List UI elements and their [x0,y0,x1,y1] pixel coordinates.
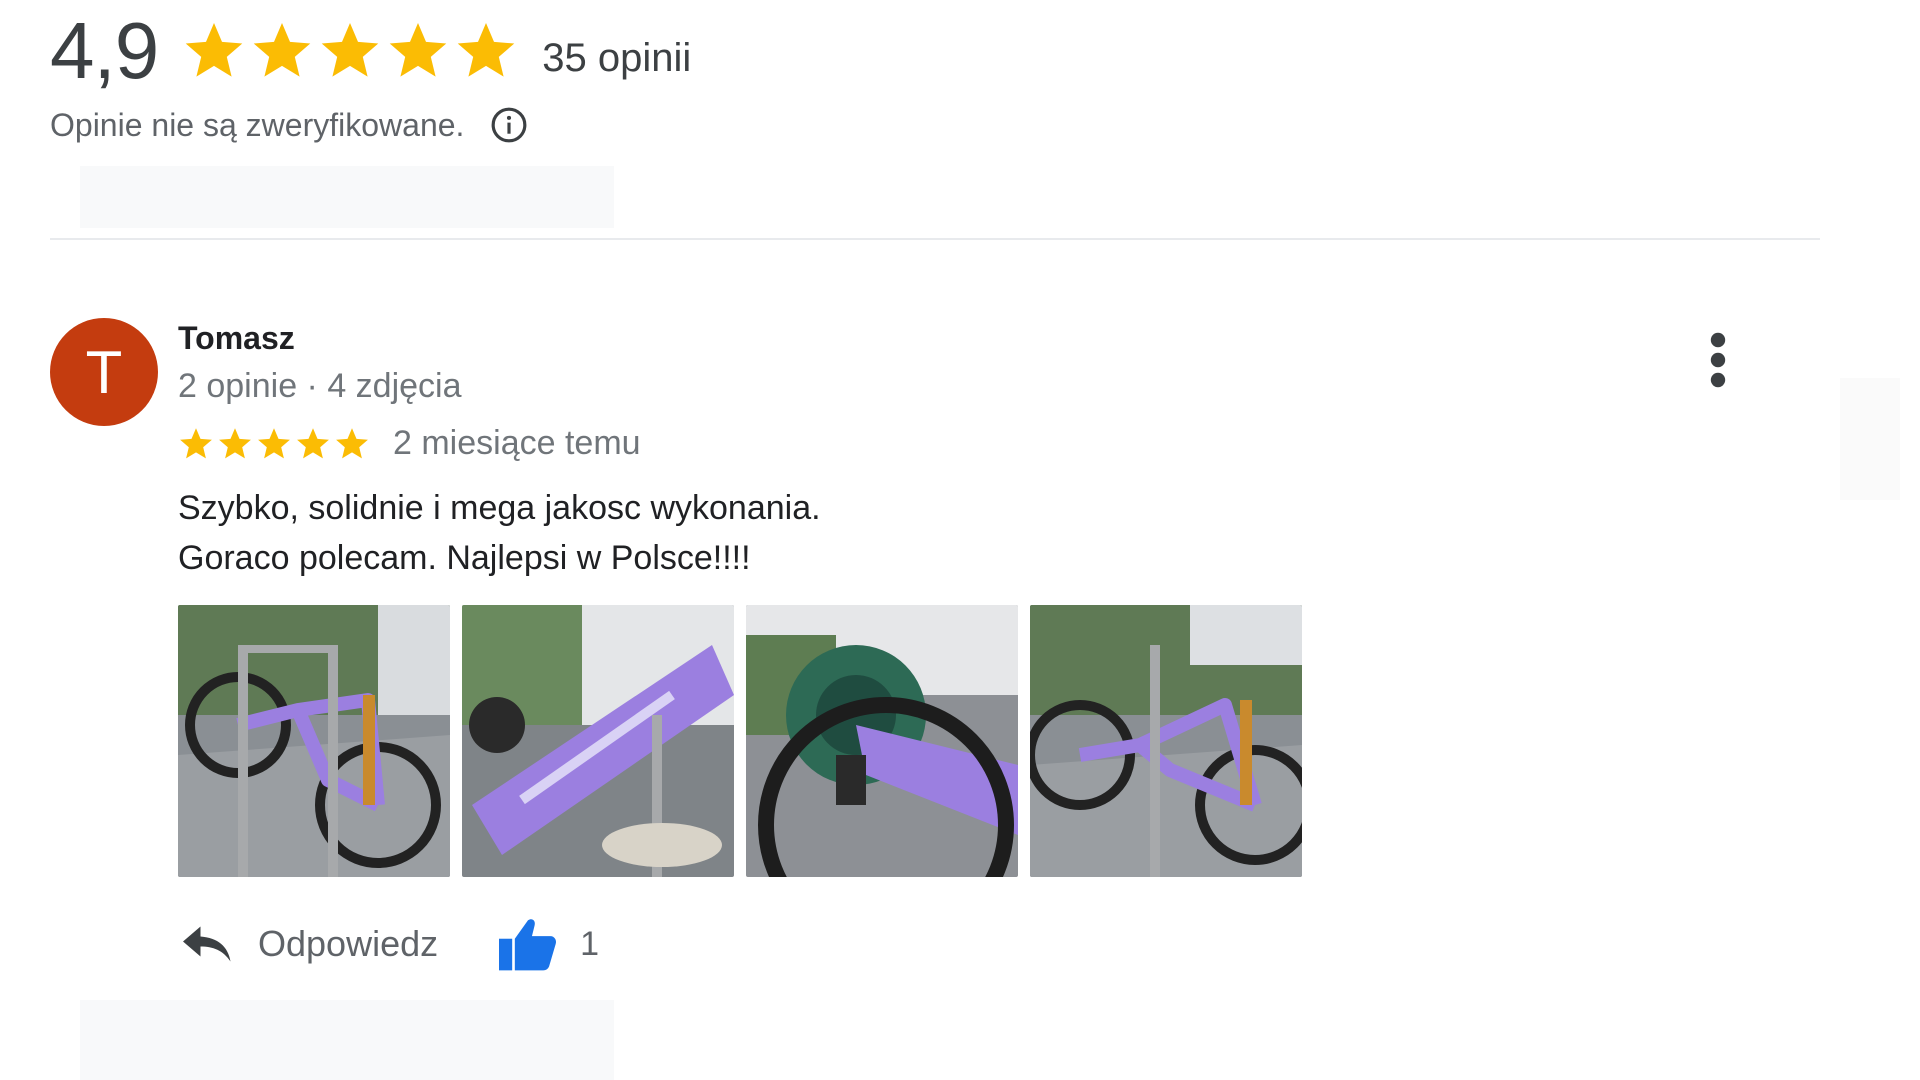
like-button[interactable]: 1 [496,915,599,973]
reply-button[interactable]: Odpowiedz [178,919,438,969]
rating-summary: 4,9 35 opinii Opinie nie są zweryfikowan… [50,6,691,144]
star-icon [457,23,515,77]
review-time: 2 miesiące temu [393,424,641,462]
review-text-line: Szybko, solidnie i mega jakosc wykonania… [178,489,821,527]
average-rating: 4,9 [50,6,159,95]
star-icon [258,427,290,458]
placeholder-panel [1840,378,1900,500]
verification-notice: Opinie nie są zweryfikowane. [50,106,465,143]
info-icon[interactable] [490,106,528,144]
more-options-icon[interactable] [1698,332,1738,388]
review-photos [178,605,1314,877]
review-photo-1[interactable] [178,605,450,877]
star-icon [219,427,251,458]
review-author[interactable]: Tomasz [178,320,1314,357]
star-icon [336,427,368,458]
review-stars [178,426,373,462]
reply-icon [183,926,231,962]
star-icon [185,23,243,77]
rating-stars [182,19,522,83]
star-icon [253,23,311,77]
bike-photo-2 [462,605,734,877]
review-text: Szybko, solidnie i mega jakosc wykonania… [178,483,1314,583]
star-icon [180,427,212,458]
placeholder-bar [80,1000,614,1080]
bike-photo-1 [178,605,450,877]
review-photo-4[interactable] [1030,605,1302,877]
review-count[interactable]: 35 opinii [542,36,691,81]
star-icon [321,23,379,77]
author-meta: 2 opinie · 4 zdjęcia [178,367,462,405]
bike-photo-4 [1030,605,1302,877]
review-text-line: Goraco polecam. Najlepsi w Polsce!!!! [178,539,751,577]
review-photo-2[interactable] [462,605,734,877]
bike-photo-3 [746,605,1018,877]
divider [50,238,1820,240]
placeholder-bar [80,166,614,228]
like-count: 1 [580,924,600,963]
review-photo-3[interactable] [746,605,1018,877]
star-icon [389,23,447,77]
star-icon [297,427,329,458]
avatar-letter: T [85,338,123,406]
avatar[interactable]: T [50,318,158,426]
thumbs-up-icon [499,919,557,971]
reply-label: Odpowiedz [258,923,439,964]
